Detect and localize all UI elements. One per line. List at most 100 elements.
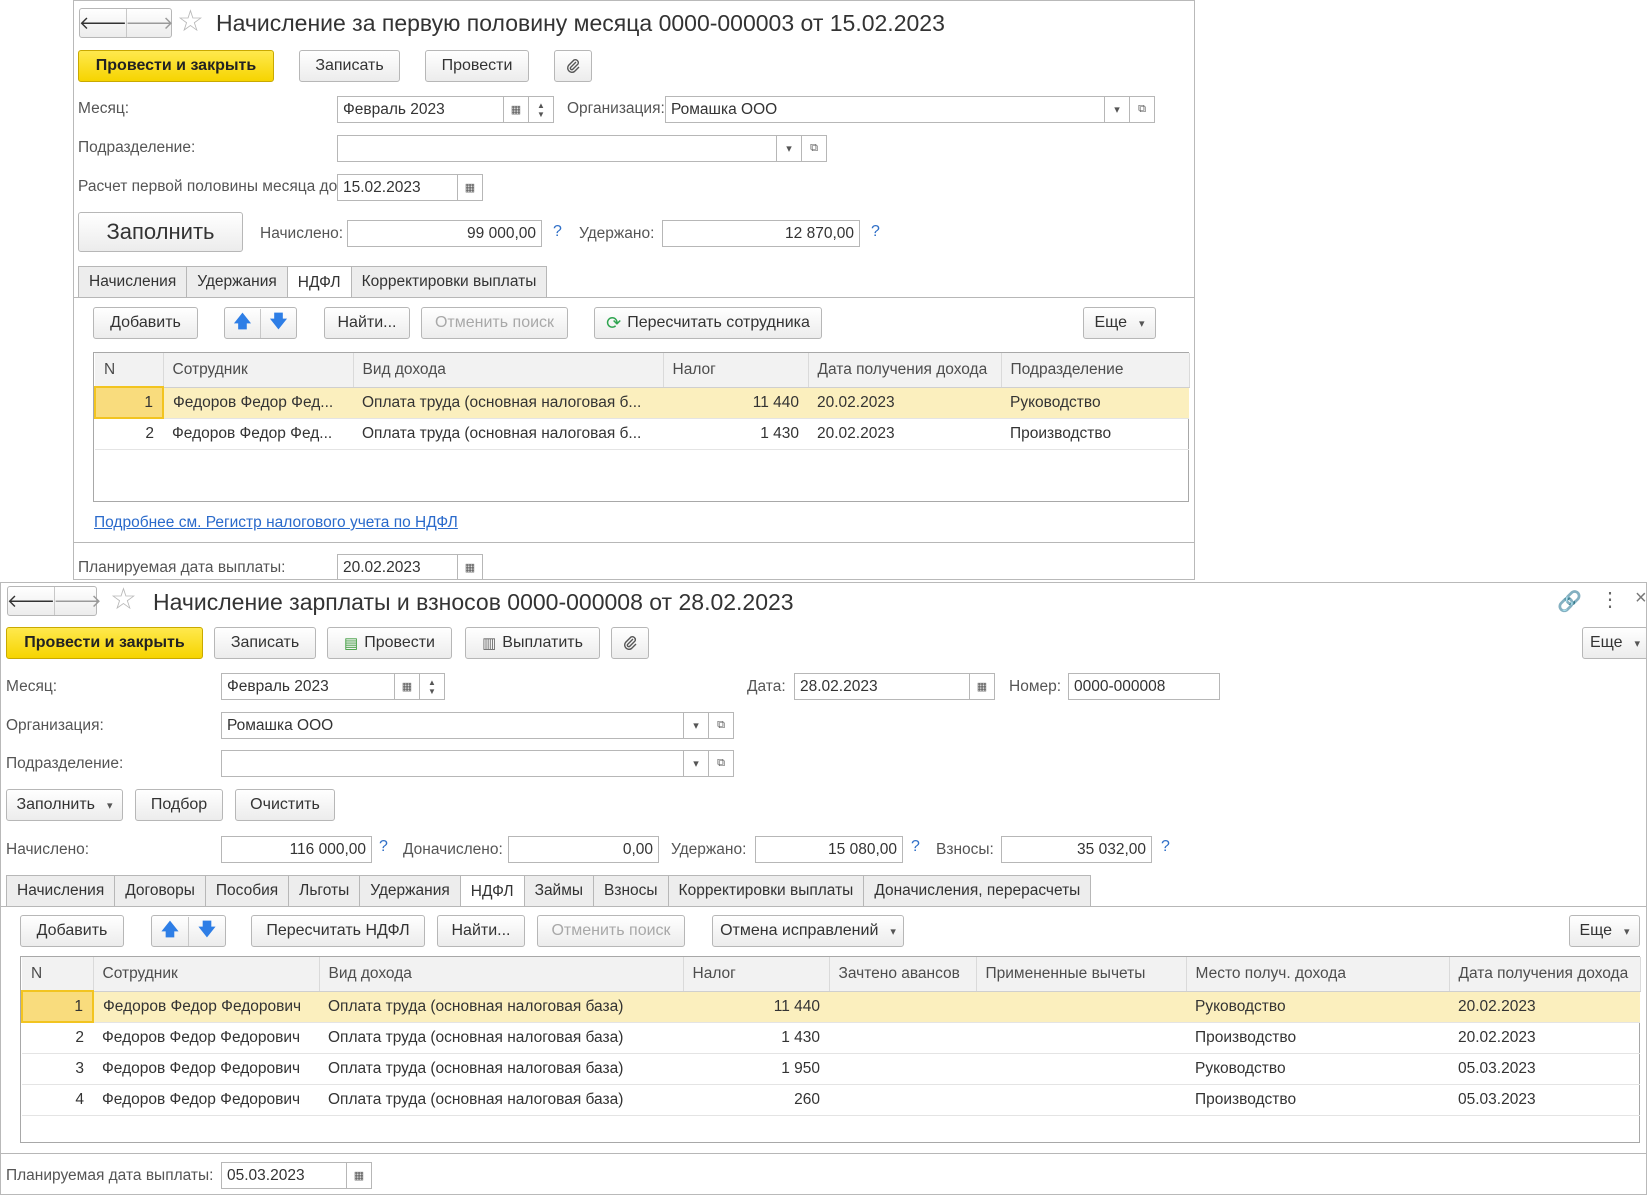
cell-department[interactable]: Руководство	[1001, 387, 1189, 419]
cell-tax[interactable]: 11 440	[683, 991, 829, 1023]
find-button[interactable]: Найти...	[324, 307, 410, 339]
cell-place[interactable]: Руководство	[1186, 991, 1449, 1023]
cell-deductions[interactable]	[976, 1022, 1186, 1054]
help-icon[interactable]: ?	[379, 838, 388, 856]
payday-field[interactable]: 20.02.2023	[337, 554, 458, 579]
move-up-icon[interactable]: 🡅	[225, 309, 260, 338]
month-field[interactable]: Февраль 2023	[221, 673, 395, 700]
cell-n[interactable]: 4	[22, 1084, 93, 1116]
organization-open-icon[interactable]: ⧉	[709, 712, 734, 739]
column-header[interactable]: Примененные вычеты	[976, 957, 1187, 992]
cell-employee[interactable]: Федоров Федор Фед...	[163, 387, 353, 419]
favorite-star-icon[interactable]: ☆	[177, 7, 204, 37]
organization-field[interactable]: Ромашка ООО	[221, 712, 684, 739]
forward-icon[interactable]: 🡒	[53, 587, 102, 615]
post-and-close-button[interactable]: Провести и закрыть	[78, 50, 274, 82]
table-row[interactable]: 1 Федоров Федор Фед... Оплата труда (осн…	[94, 386, 1189, 419]
cell-place[interactable]: Производство	[1186, 1084, 1449, 1116]
cell-date[interactable]: 20.02.2023	[808, 387, 1001, 419]
cell-income[interactable]: Оплата труда (основная налоговая б...	[353, 387, 663, 419]
cell-tax[interactable]: 11 440	[663, 387, 808, 419]
cell-employee[interactable]: Федоров Федор Федорович	[93, 1022, 319, 1054]
cell-tax[interactable]: 1 430	[663, 418, 808, 450]
more-button[interactable]: Еще	[1582, 627, 1646, 659]
column-header[interactable]: Зачтено авансов	[829, 957, 977, 992]
column-header[interactable]: Налог	[663, 353, 809, 388]
help-icon[interactable]: ?	[1161, 838, 1170, 856]
attach-button[interactable]	[611, 627, 649, 659]
organization-dropdown-icon[interactable]: ▾	[684, 712, 709, 739]
cell-n[interactable]: 2	[22, 1022, 93, 1054]
calendar-icon[interactable]: ▦	[395, 673, 420, 700]
organization-dropdown-icon[interactable]: ▾	[1105, 96, 1130, 123]
column-header[interactable]: N	[95, 353, 164, 388]
column-header[interactable]: Дата получения дохода	[1449, 957, 1641, 992]
column-header[interactable]: Место получ. дохода	[1186, 957, 1450, 992]
cell-department[interactable]: Производство	[1001, 418, 1189, 450]
cell-advance[interactable]	[829, 991, 976, 1023]
cell-income[interactable]: Оплата труда (основная налоговая база)	[319, 1084, 683, 1116]
department-field[interactable]	[337, 135, 777, 162]
favorite-star-icon[interactable]: ☆	[110, 585, 137, 615]
column-header[interactable]: N	[22, 957, 94, 992]
cell-employee[interactable]: Федоров Федор Федорович	[93, 991, 319, 1023]
cell-date[interactable]: 20.02.2023	[1449, 1022, 1640, 1054]
column-header[interactable]: Дата получения дохода	[808, 353, 1002, 388]
cell-date[interactable]: 05.03.2023	[1449, 1084, 1640, 1116]
pay-button[interactable]: ▥ Выплатить	[465, 627, 600, 659]
save-button[interactable]: Записать	[299, 50, 400, 82]
department-dropdown-icon[interactable]: ▾	[684, 750, 709, 777]
cell-tax[interactable]: 1 430	[683, 1022, 829, 1054]
cancel-search-button[interactable]: Отменить поиск	[421, 307, 568, 339]
help-icon[interactable]: ?	[553, 223, 562, 241]
tab-loans[interactable]: Займы	[523, 875, 595, 906]
cell-income[interactable]: Оплата труда (основная налоговая база)	[319, 1022, 683, 1054]
move-up-icon[interactable]: 🡅	[152, 917, 188, 946]
tab-privileges[interactable]: Льготы	[288, 875, 361, 906]
close-icon[interactable]: ×	[1635, 587, 1646, 610]
save-button[interactable]: Записать	[214, 627, 316, 659]
back-icon[interactable]: 🡐	[7, 587, 55, 615]
move-down-icon[interactable]: 🡇	[188, 916, 225, 946]
cell-date[interactable]: 20.02.2023	[1449, 991, 1640, 1023]
cell-employee[interactable]: Федоров Федор Федорович	[93, 1053, 319, 1085]
cell-n[interactable]: 1	[94, 386, 164, 419]
number-field[interactable]: 0000-000008	[1068, 673, 1220, 700]
post-button[interactable]: Провести	[425, 50, 529, 82]
calendar-icon[interactable]: ▦	[970, 673, 995, 700]
table-row[interactable]: 3 Федоров Федор Федорович Оплата труда (…	[22, 1053, 1640, 1085]
add-button[interactable]: Добавить	[93, 307, 198, 339]
month-stepper[interactable]: ▲ ▼	[420, 673, 445, 700]
department-field[interactable]	[221, 750, 684, 777]
column-header[interactable]: Сотрудник	[163, 353, 354, 388]
cell-tax[interactable]: 260	[683, 1084, 829, 1116]
calendar-icon[interactable]: ▦	[504, 96, 529, 123]
tab-recalculations[interactable]: Доначисления, перерасчеты	[863, 875, 1092, 906]
link-icon[interactable]: 🔗	[1557, 589, 1582, 614]
organization-open-icon[interactable]: ⧉	[1130, 96, 1155, 123]
undo-corrections-button[interactable]: Отмена исправлений	[712, 915, 904, 947]
tab-deductions[interactable]: Удержания	[359, 875, 461, 906]
department-dropdown-icon[interactable]: ▾	[777, 135, 802, 162]
cell-income[interactable]: Оплата труда (основная налоговая б...	[353, 418, 663, 450]
calendar-icon[interactable]: ▦	[458, 554, 483, 579]
post-and-close-button[interactable]: Провести и закрыть	[6, 627, 203, 659]
tab-accruals[interactable]: Начисления	[6, 875, 116, 906]
column-header[interactable]: Налог	[683, 957, 830, 992]
table-row[interactable]: 2 Федоров Федор Фед... Оплата труда (осн…	[95, 418, 1189, 450]
tab-payment-corrections[interactable]: Корректировки выплаты	[350, 266, 548, 297]
cell-employee[interactable]: Федоров Федор Федорович	[93, 1084, 319, 1116]
column-header[interactable]: Сотрудник	[93, 957, 320, 992]
organization-field[interactable]: Ромашка ООО	[665, 96, 1105, 123]
help-icon[interactable]: ?	[911, 838, 920, 856]
cell-employee[interactable]: Федоров Федор Фед...	[163, 418, 353, 450]
payday-field[interactable]: 05.03.2023	[221, 1162, 347, 1189]
post-button[interactable]: ▤ Провести	[327, 627, 452, 659]
cell-advance[interactable]	[829, 1053, 976, 1085]
cell-place[interactable]: Производство	[1186, 1022, 1449, 1054]
calendar-icon[interactable]: ▦	[347, 1162, 372, 1189]
table-row[interactable]: 4 Федоров Федор Федорович Оплата труда (…	[22, 1084, 1640, 1116]
fill-button[interactable]: Заполнить	[6, 789, 123, 821]
table-row[interactable]: 1 Федоров Федор Федорович Оплата труда (…	[21, 990, 1640, 1023]
tab-payment-corrections[interactable]: Корректировки выплаты	[667, 875, 865, 906]
